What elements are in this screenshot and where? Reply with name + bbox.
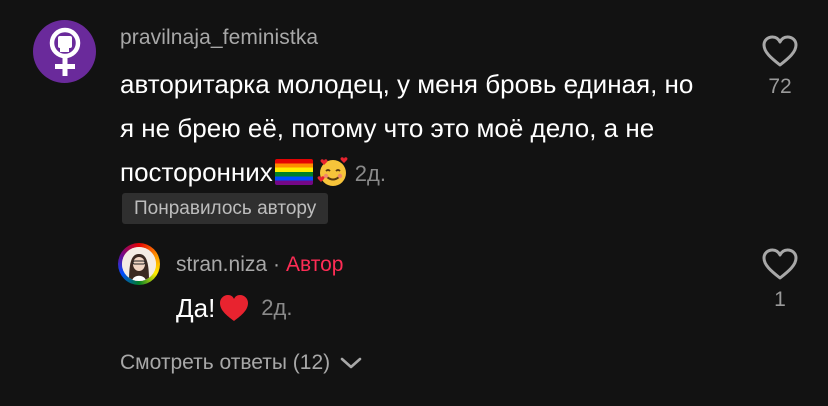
heart-outline-icon[interactable] — [761, 247, 799, 281]
reply-header: stran.niza · Автор — [176, 253, 344, 277]
heart-outline-icon[interactable] — [761, 34, 799, 68]
reply-like-count: 1 — [774, 288, 786, 311]
author-label: Автор — [286, 253, 344, 276]
reply-like[interactable]: 1 — [755, 247, 805, 312]
avatar-portrait-icon — [122, 247, 156, 281]
comment-body: авторитарка молодец, у меня бровь единая… — [120, 69, 694, 187]
liked-by-creator-badge: Понравилось автору — [122, 193, 329, 224]
chevron-down-icon — [340, 357, 362, 369]
reply-body: Да! — [176, 292, 216, 323]
commenter-username[interactable]: pravilnaja_feministka — [120, 26, 318, 50]
reply-avatar[interactable] — [118, 243, 160, 285]
comment-date: 2д. — [354, 161, 386, 186]
rainbow-flag-emoji — [274, 159, 313, 185]
view-replies-button[interactable]: Смотреть ответы (12) — [120, 351, 364, 375]
commenter-avatar[interactable] — [33, 20, 96, 83]
reply-date: 2д. — [261, 295, 293, 320]
reply-text: Да! 2д. — [176, 292, 292, 324]
separator-dot: · — [273, 253, 281, 276]
comment-text: авторитарка молодец, у меня бровь единая… — [120, 62, 700, 196]
comment-like-count: 72 — [768, 75, 792, 98]
reply-username[interactable]: stran.niza — [176, 253, 267, 276]
feminist-fist-symbol-icon — [49, 27, 80, 76]
view-replies-label: Смотреть ответы (12) — [120, 351, 331, 374]
red-heart-emoji — [220, 295, 249, 321]
comment-like[interactable]: 72 — [755, 34, 805, 99]
smiling-face-with-hearts-emoji — [317, 157, 348, 186]
